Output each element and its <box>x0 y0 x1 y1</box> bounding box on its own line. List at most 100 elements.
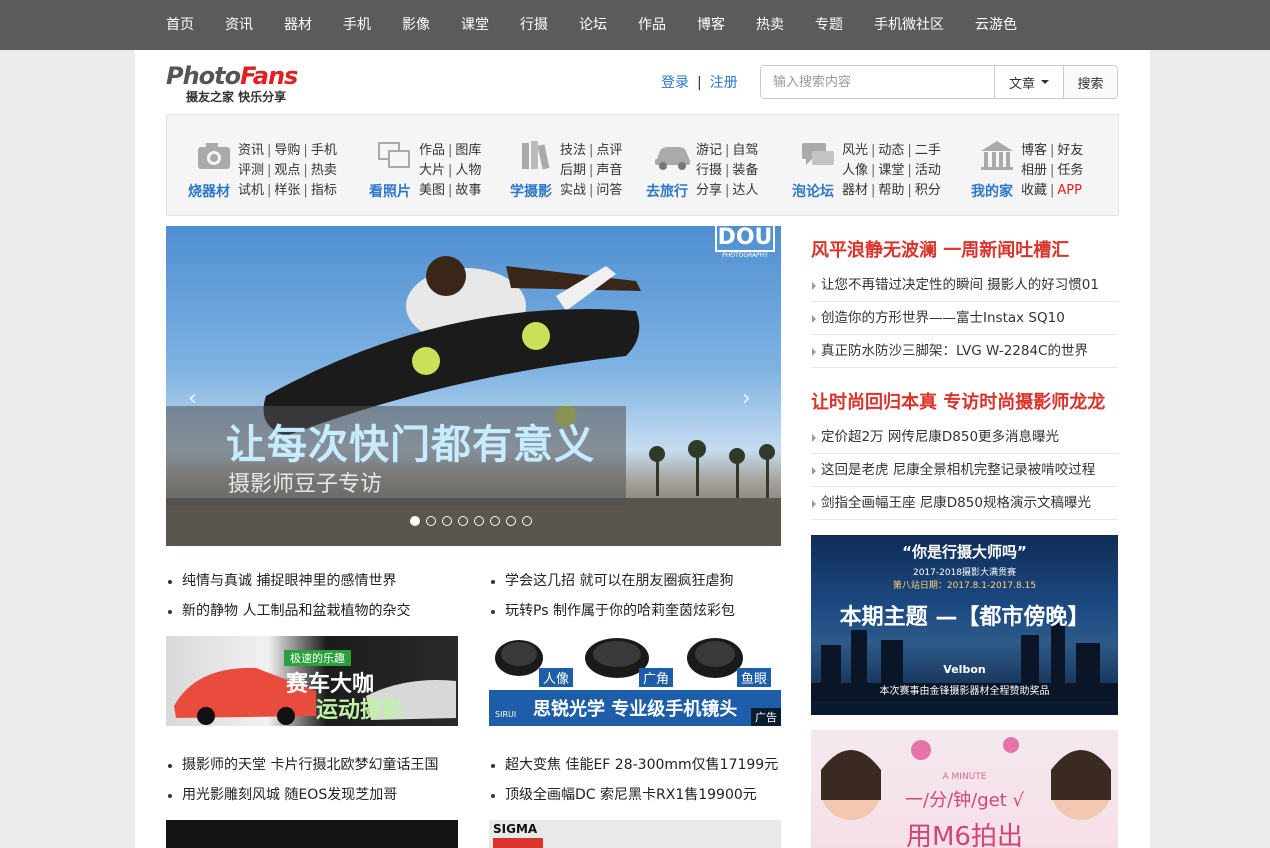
news-item[interactable]: 真正防水防沙三脚架：LVG W-2284C的世界 <box>811 335 1118 368</box>
category-title[interactable]: 学摄影 <box>510 181 552 201</box>
search-input[interactable] <box>761 66 994 98</box>
category-link[interactable]: 课堂 <box>878 163 904 178</box>
top-nav-item[interactable]: 课堂 <box>461 0 489 50</box>
category-link[interactable]: 二手 <box>915 143 941 158</box>
top-nav-item[interactable]: 影像 <box>402 0 430 50</box>
hero-slider[interactable]: DOU PHOTOGRAPHY 让每次快门都有意义 摄影师豆子专访 ‹ › <box>166 226 781 546</box>
category-link[interactable]: 指标 <box>311 183 337 198</box>
search-type-select[interactable]: 文章 <box>994 66 1063 98</box>
news-item[interactable]: 摄影师的天堂 卡片行摄北欧梦幻童话王国 <box>166 750 438 780</box>
slider-dot[interactable] <box>490 516 500 526</box>
category-link[interactable]: 好友 <box>1057 143 1083 158</box>
category-link[interactable]: 大片 <box>419 163 445 178</box>
category-link[interactable]: 试机 <box>238 183 264 198</box>
category-link[interactable]: APP <box>1057 183 1082 198</box>
category-link[interactable]: 样张 <box>274 183 300 198</box>
top-nav-item[interactable]: 论坛 <box>579 0 607 50</box>
category-link[interactable]: 收藏 <box>1021 183 1047 198</box>
search-button[interactable]: 搜索 <box>1063 66 1117 98</box>
category-link[interactable]: 任务 <box>1057 163 1083 178</box>
top-nav-item[interactable]: 首页 <box>166 0 194 50</box>
category-link[interactable]: 风光 <box>842 143 868 158</box>
m6-promo-banner[interactable]: A MINUTE 一/分/钟/get √ 用M6拍出 <box>811 730 1118 848</box>
category-link[interactable]: 博客 <box>1021 143 1047 158</box>
register-link[interactable]: 注册 <box>710 75 738 91</box>
category-link[interactable]: 评测 <box>238 163 264 178</box>
category-link[interactable]: 游记 <box>696 143 722 158</box>
category-link[interactable]: 分享 <box>696 183 722 198</box>
news-item[interactable]: 用光影雕刻风城 随EOS发现芝加哥 <box>166 780 438 810</box>
category-link[interactable]: 活动 <box>915 163 941 178</box>
site-logo[interactable]: PhotoFans 摄友之家 快乐分享 <box>166 62 326 108</box>
category-link[interactable]: 技法 <box>560 143 586 158</box>
news-item[interactable]: 学会这几招 就可以在朋友圈疯狂虐狗 <box>489 566 735 596</box>
category-link[interactable]: 达人 <box>732 183 758 198</box>
top-nav-item[interactable]: 资讯 <box>225 0 253 50</box>
news-item[interactable]: 定价超2万 网传尼康D850更多消息曝光 <box>811 421 1118 454</box>
category-title[interactable]: 泡论坛 <box>792 181 834 201</box>
category-link[interactable]: 相册 <box>1021 163 1047 178</box>
slider-dot[interactable] <box>410 516 420 526</box>
top-nav-item[interactable]: 作品 <box>638 0 666 50</box>
slider-prev-arrow-icon[interactable]: ‹ <box>188 386 197 411</box>
category-link[interactable]: 作品 <box>419 143 445 158</box>
category-title[interactable]: 烧器材 <box>188 181 230 201</box>
category-title[interactable]: 去旅行 <box>646 181 688 201</box>
news-item[interactable]: 创造你的方形世界——富士Instax SQ10 <box>811 302 1118 335</box>
sirui-banner[interactable]: 人像 广角 鱼眼 SIRUI 思锐光学 专业级手机镜头 广告 <box>489 636 781 726</box>
top-nav-item[interactable]: 博客 <box>697 0 725 50</box>
contest-promo-banner[interactable]: “你是行摄大师吗” 2017-2018摄影大满贯赛 第八站日期：2017.8.1… <box>811 535 1118 715</box>
category-link[interactable]: 手机 <box>311 143 337 158</box>
right-headline-1[interactable]: 风平浪静无波澜 一周新闻吐槽汇 <box>811 236 1069 262</box>
category-link[interactable]: 问答 <box>596 183 622 198</box>
news-item[interactable]: 剑指全画幅王座 尼康D850规格演示文稿曝光 <box>811 487 1118 520</box>
news-item[interactable]: 玩转Ps 制作属于你的哈莉奎茵炫彩包 <box>489 596 735 626</box>
category-link[interactable]: 积分 <box>915 183 941 198</box>
slider-caption[interactable]: 让每次快门都有意义 <box>226 412 595 470</box>
category-link[interactable]: 图库 <box>455 143 481 158</box>
news-item[interactable]: 顶级全画幅DC 索尼黑卡RX1售19900元 <box>489 780 778 810</box>
category-link[interactable]: 热卖 <box>311 163 337 178</box>
category-link[interactable]: 美图 <box>419 183 445 198</box>
bottom-left-banner[interactable] <box>166 820 458 848</box>
slider-dot[interactable] <box>522 516 532 526</box>
news-item[interactable]: 超大变焦 佳能EF 28-300mm仅售17199元 <box>489 750 778 780</box>
top-nav-item[interactable]: 云游色 <box>975 0 1017 50</box>
top-nav-item[interactable]: 器材 <box>284 0 312 50</box>
category-link[interactable]: 器材 <box>842 183 868 198</box>
category-link[interactable]: 行摄 <box>696 163 722 178</box>
top-nav-item[interactable]: 手机微社区 <box>874 0 944 50</box>
category-link[interactable]: 导购 <box>274 143 300 158</box>
category-link[interactable]: 后期 <box>560 163 586 178</box>
category-link[interactable]: 声音 <box>596 163 622 178</box>
slider-dot[interactable] <box>442 516 452 526</box>
category-link[interactable]: 装备 <box>732 163 758 178</box>
slider-dot[interactable] <box>474 516 484 526</box>
top-nav-item[interactable]: 热卖 <box>756 0 784 50</box>
category-link[interactable]: 帮助 <box>878 183 904 198</box>
category-link[interactable]: 资讯 <box>238 143 264 158</box>
category-link[interactable]: 动态 <box>878 143 904 158</box>
slider-subcaption[interactable]: 摄影师豆子专访 <box>228 466 382 498</box>
category-link[interactable]: 自驾 <box>732 143 758 158</box>
news-item[interactable]: 这回是老虎 尼康全景相机完整记录被啃咬过程 <box>811 454 1118 487</box>
category-link[interactable]: 实战 <box>560 183 586 198</box>
race-banner[interactable]: 极速的乐趣 赛车大咖 运动摄影 <box>166 636 458 726</box>
top-nav-item[interactable]: 手机 <box>343 0 371 50</box>
category-title[interactable]: 看照片 <box>369 181 411 201</box>
sigma-banner[interactable]: SIGMA <box>489 820 781 848</box>
category-link[interactable]: 点评 <box>596 143 622 158</box>
news-item[interactable]: 让您不再错过决定性的瞬间 摄影人的好习惯01 <box>811 269 1118 302</box>
category-title[interactable]: 我的家 <box>971 181 1013 201</box>
category-link[interactable]: 人物 <box>455 163 481 178</box>
top-nav-item[interactable]: 专题 <box>815 0 843 50</box>
category-link[interactable]: 故事 <box>455 183 481 198</box>
slider-next-arrow-icon[interactable]: › <box>742 386 751 411</box>
slider-dot[interactable] <box>506 516 516 526</box>
slider-dot[interactable] <box>458 516 468 526</box>
news-item[interactable]: 纯情与真诚 捕捉眼神里的感情世界 <box>166 566 410 596</box>
category-link[interactable]: 人像 <box>842 163 868 178</box>
slider-dot[interactable] <box>426 516 436 526</box>
category-link[interactable]: 观点 <box>274 163 300 178</box>
right-headline-2[interactable]: 让时尚回归本真 专访时尚摄影师龙龙 <box>811 388 1105 414</box>
